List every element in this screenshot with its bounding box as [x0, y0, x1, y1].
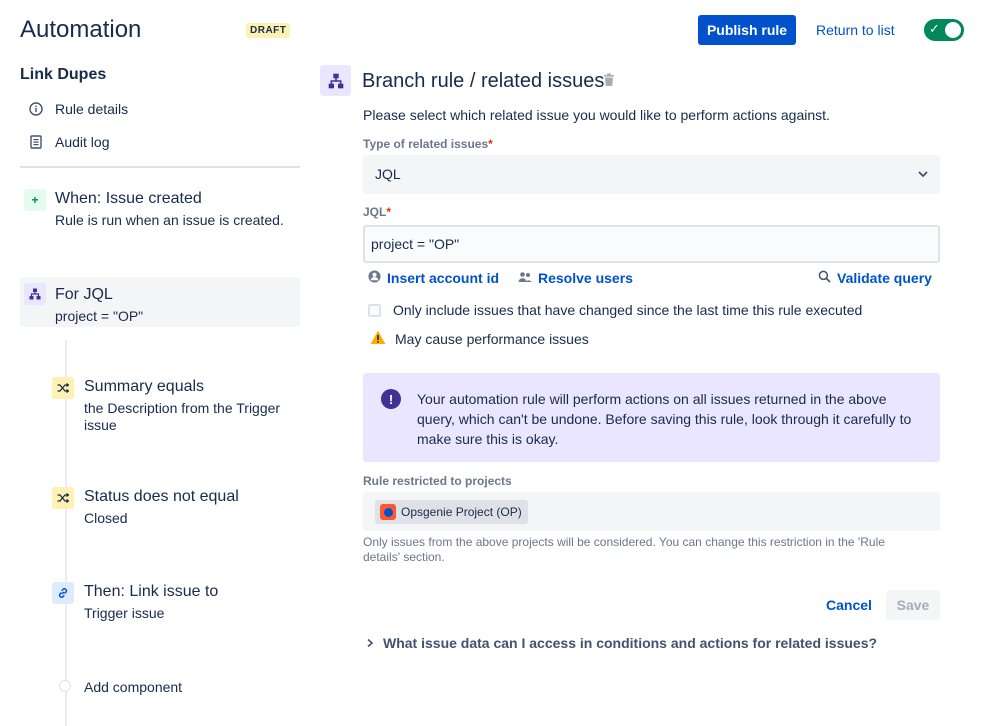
- toggle-knob: [945, 22, 961, 38]
- plus-icon: +: [24, 189, 46, 211]
- restriction-help-text: Only issues from the above projects will…: [363, 535, 923, 565]
- audit-log-label: Audit log: [55, 134, 109, 150]
- trash-icon[interactable]: [603, 73, 615, 90]
- save-button[interactable]: Save: [886, 590, 940, 620]
- branch-icon: [24, 283, 46, 305]
- sidebar-divider: [20, 166, 300, 168]
- project-tag: Opsgenie Project (OP): [375, 500, 528, 524]
- rule-enabled-toggle[interactable]: ✓: [924, 19, 964, 41]
- component-title: Summary equals: [84, 378, 204, 396]
- restricted-projects-label: Rule restricted to projects: [363, 474, 512, 488]
- component-branch-jql[interactable]: For JQL project = "OP": [20, 277, 300, 327]
- rule-details-label: Rule details: [55, 101, 128, 117]
- component-subtitle: Trigger issue: [84, 605, 324, 622]
- component-condition-status[interactable]: Status does not equal Closed: [52, 487, 300, 531]
- component-title: For JQL: [55, 286, 113, 304]
- resolve-users-link[interactable]: Resolve users: [518, 270, 633, 286]
- info-exclamation-icon: !: [381, 389, 401, 409]
- audit-log-link[interactable]: Audit log: [28, 134, 109, 150]
- link-icon: [52, 582, 74, 604]
- automation-info-message: ! Your automation rule will perform acti…: [363, 373, 940, 462]
- shuffle-icon: [52, 487, 74, 509]
- component-title: When: Issue created: [55, 190, 202, 208]
- insert-account-id-link[interactable]: Insert account id: [368, 270, 499, 286]
- user-icon: [368, 270, 381, 286]
- publish-rule-button[interactable]: Publish rule: [698, 15, 796, 45]
- component-subtitle: Closed: [84, 510, 324, 527]
- chevron-down-icon: [916, 167, 930, 184]
- return-to-list-link[interactable]: Return to list: [816, 22, 895, 38]
- type-label: Type of related issues*: [363, 137, 493, 151]
- validate-query-link[interactable]: Validate query: [818, 270, 932, 286]
- users-icon: [518, 270, 532, 286]
- rule-name: Link Dupes: [20, 66, 106, 84]
- restricted-projects-field: Opsgenie Project (OP): [363, 492, 940, 531]
- component-title: Status does not equal: [84, 488, 239, 506]
- component-trigger[interactable]: + When: Issue created Rule is run when a…: [20, 189, 300, 237]
- component-subtitle: Rule is run when an issue is created.: [55, 212, 295, 229]
- jql-input[interactable]: [363, 225, 940, 263]
- issue-data-expander[interactable]: What issue data can I access in conditio…: [366, 635, 877, 651]
- panel-title: Branch rule / related issues: [362, 70, 604, 93]
- app-title: Automation: [20, 16, 141, 44]
- search-icon: [818, 270, 831, 286]
- add-component-dot: [59, 680, 71, 692]
- rule-details-link[interactable]: Rule details: [28, 101, 128, 117]
- component-action-link[interactable]: Then: Link issue to Trigger issue: [52, 582, 300, 626]
- component-subtitle: the Description from the Trigger issue: [84, 400, 294, 434]
- component-title: Then: Link issue to: [84, 583, 218, 601]
- info-icon: [28, 102, 44, 116]
- jql-label: JQL*: [363, 205, 391, 219]
- performance-warning: May cause performance issues: [370, 330, 589, 348]
- panel-intro: Please select which related issue you wo…: [363, 107, 830, 123]
- warning-icon: [370, 330, 386, 348]
- chevron-right-icon: [366, 635, 374, 651]
- check-icon: ✓: [929, 21, 940, 37]
- cancel-button[interactable]: Cancel: [815, 590, 883, 620]
- changed-since-last-run-option: Only include issues that have changed si…: [368, 302, 862, 318]
- info-message-text: Your automation rule will perform action…: [417, 389, 927, 449]
- related-issue-type-select[interactable]: JQL: [363, 155, 940, 194]
- opsgenie-logo-icon: [380, 504, 396, 520]
- branch-icon: [320, 65, 351, 96]
- component-subtitle: project = "OP": [55, 308, 295, 325]
- changed-since-checkbox[interactable]: [368, 304, 381, 317]
- add-component-link[interactable]: Add component: [84, 679, 182, 695]
- document-icon: [28, 135, 44, 149]
- shuffle-icon: [52, 377, 74, 399]
- checkbox-label: Only include issues that have changed si…: [393, 302, 862, 318]
- draft-badge: DRAFT: [246, 23, 290, 38]
- component-condition-summary[interactable]: Summary equals the Description from the …: [52, 377, 300, 437]
- select-value: JQL: [375, 166, 401, 182]
